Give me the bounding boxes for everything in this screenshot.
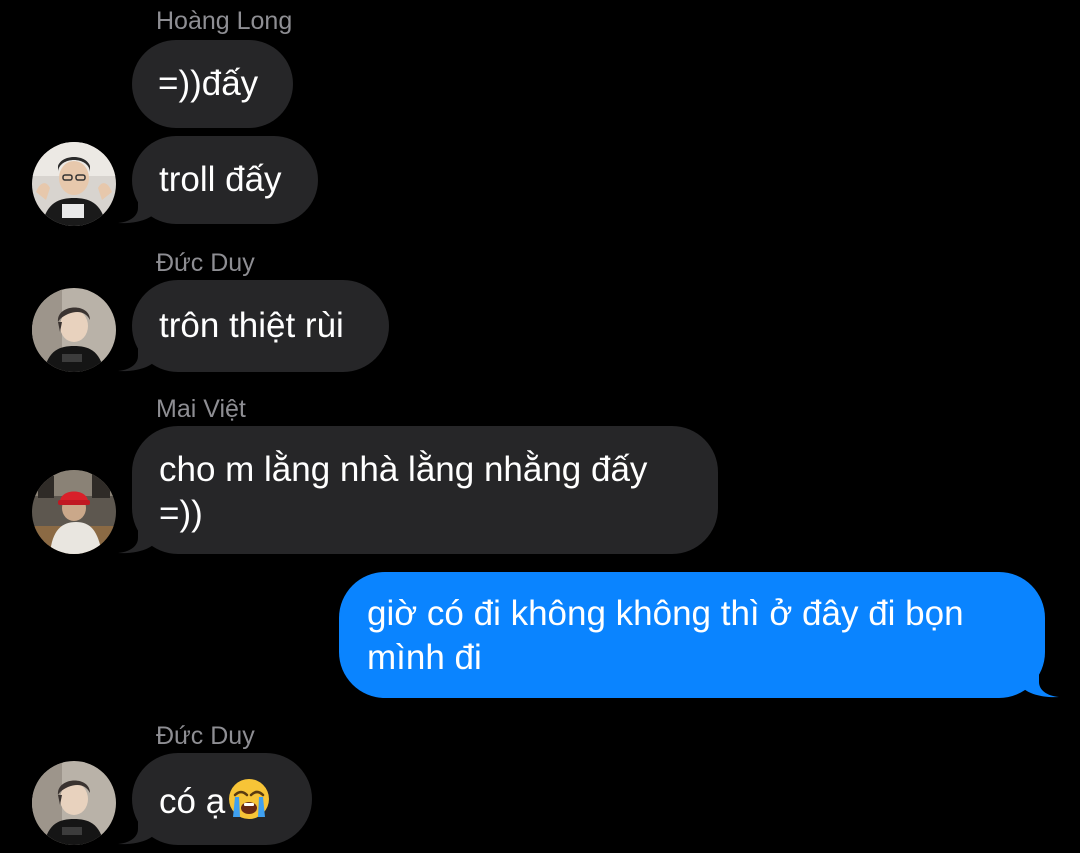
bubble-tail <box>118 342 154 372</box>
bubble-tail <box>1023 668 1059 698</box>
message-text-line: mình đi <box>367 638 482 677</box>
message-bubble-incoming[interactable]: có ạ <box>118 753 312 845</box>
sender-name: Đức Duy <box>156 722 255 750</box>
message-text-line: cho m lằng nhà lằng nhằng đấy <box>159 450 648 489</box>
bubble-tail <box>118 815 154 845</box>
message-bubble-incoming[interactable]: cho m lằng nhà lằng nhằng đấy =)) <box>118 426 718 554</box>
message-text: có ạ <box>159 777 285 824</box>
bubble-tail <box>118 524 154 554</box>
bubble-tail <box>118 194 154 224</box>
avatar-mai-viet[interactable] <box>32 470 116 554</box>
message-text: =))đấy <box>158 64 259 103</box>
message-text: trôn thiệt rùi <box>159 306 344 345</box>
message-bubble-incoming[interactable]: =))đấy <box>132 40 293 128</box>
sender-name: Mai Việt <box>156 395 246 423</box>
avatar-duc-duy[interactable] <box>32 288 116 372</box>
message-text: troll đấy <box>159 160 282 199</box>
avatar-hoang-long[interactable] <box>32 142 116 226</box>
message-bubble-incoming[interactable]: troll đấy <box>118 136 318 224</box>
loudly-crying-face-icon <box>229 779 270 819</box>
avatar-duc-duy[interactable] <box>32 761 116 845</box>
sender-name: Hoàng Long <box>156 7 293 35</box>
message-text-line: giờ có đi không không thì ở đây đi bọn <box>367 594 964 633</box>
message-text-content: có ạ <box>159 782 226 821</box>
message-bubble-incoming[interactable]: trôn thiệt rùi <box>118 280 389 372</box>
message-text-line: =)) <box>159 494 203 533</box>
sender-name: Đức Duy <box>156 249 255 277</box>
message-bubble-outgoing[interactable]: giờ có đi không không thì ở đây đi bọn m… <box>339 572 1059 698</box>
